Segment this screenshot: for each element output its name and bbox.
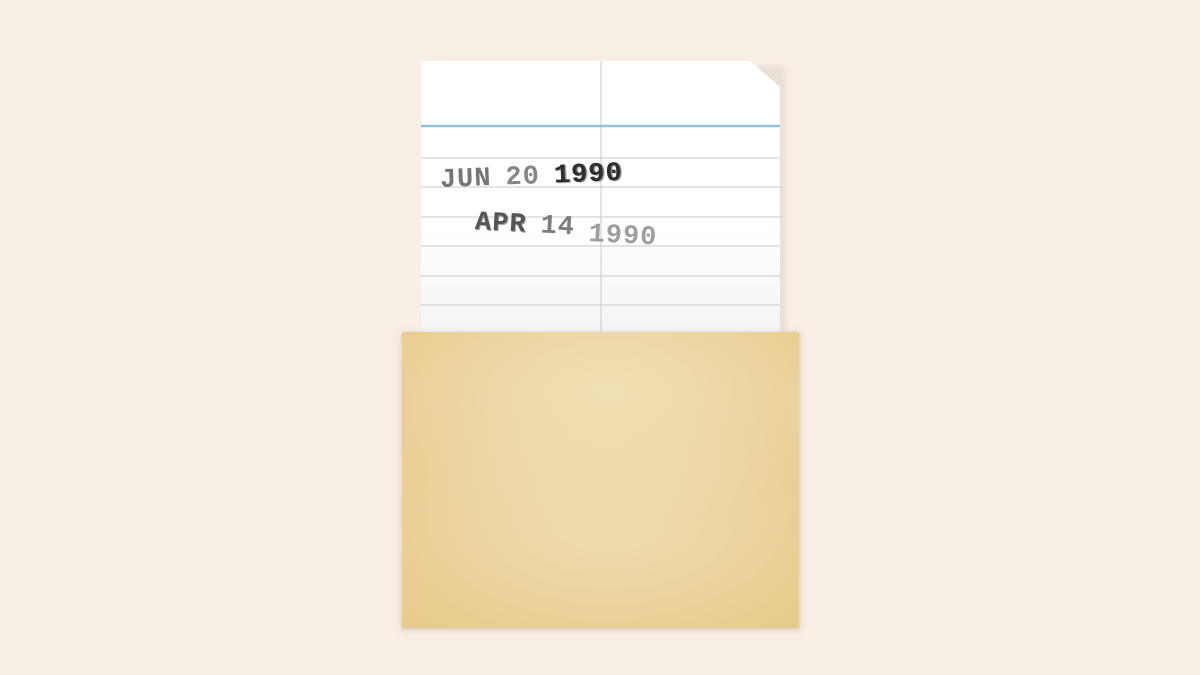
- library-card-scene: JUN 20 1990 APR 14 1990: [0, 0, 1200, 675]
- stamp-1-year: 1990: [553, 158, 624, 192]
- stamp-1-day: 20: [504, 162, 541, 194]
- stamp-2-year: 1990: [587, 219, 659, 254]
- card-pocket: [402, 332, 799, 628]
- stamp-1-month: JUN: [439, 164, 493, 196]
- stamp-2-month: APR: [474, 208, 528, 241]
- card-rulings: [421, 61, 780, 336]
- due-date-card: JUN 20 1990 APR 14 1990: [421, 61, 780, 336]
- stamp-2-day: 14: [539, 211, 576, 244]
